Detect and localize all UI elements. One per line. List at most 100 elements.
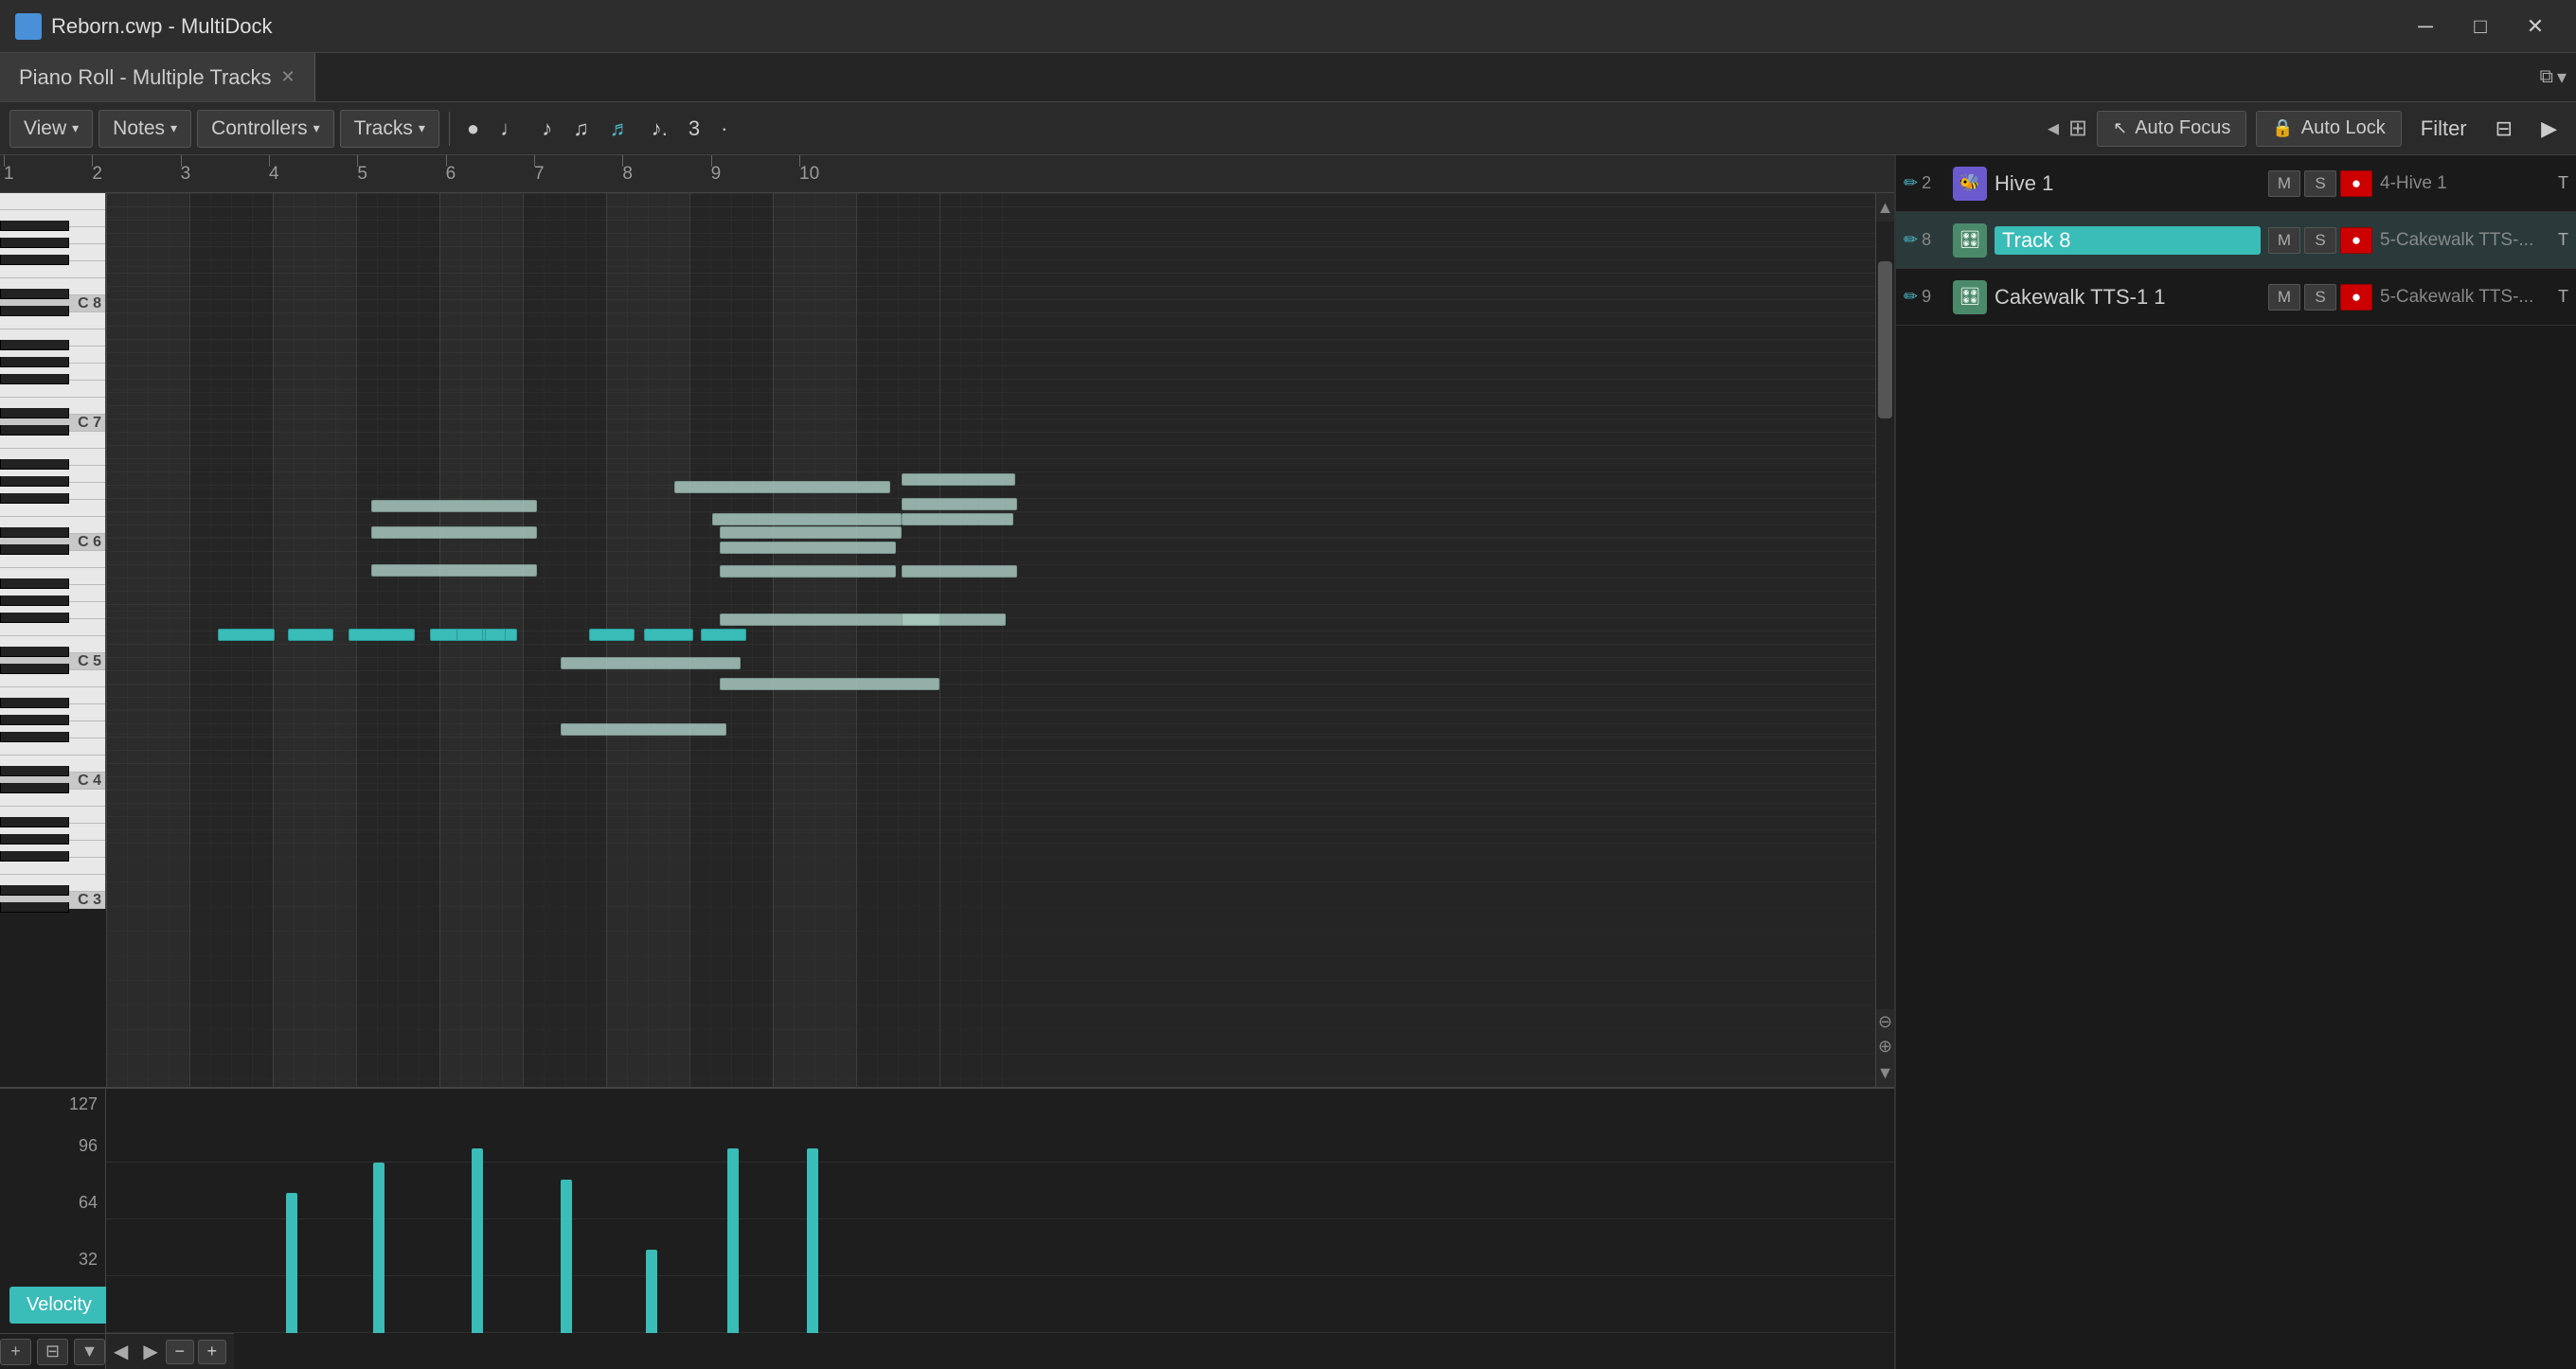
note-ln14[interactable]	[902, 498, 1017, 510]
tab-close-button[interactable]: ✕	[281, 67, 295, 87]
piano-roll-tab[interactable]: Piano Roll - Multiple Tracks ✕	[0, 53, 315, 101]
note-n6[interactable]	[485, 629, 506, 641]
close-button[interactable]: ✕	[2510, 9, 2561, 44]
filter-button[interactable]: Filter	[2411, 113, 2477, 145]
piano-key-A#3[interactable]	[0, 817, 69, 828]
velocity-bar-bar5[interactable]	[646, 1250, 657, 1333]
piano-key-G#5[interactable]	[0, 596, 69, 607]
auto-lock-button[interactable]: 🔒 Auto Lock	[2256, 111, 2401, 147]
piano-key-F#3[interactable]	[0, 851, 69, 862]
note-ln15[interactable]	[902, 513, 1013, 525]
piano-key-D#3[interactable]	[0, 885, 69, 897]
zoom-out-h-button[interactable]: −	[166, 1340, 194, 1364]
note-ln11[interactable]	[720, 678, 939, 690]
note-whole-button[interactable]: ●	[459, 110, 487, 148]
track-row-8[interactable]: ✏ 8 🎛 Track 8 M S ● 5-Cakewalk TTS-... T	[1896, 212, 2576, 269]
piano-key-A#7[interactable]	[0, 340, 69, 351]
note-ln3[interactable]	[371, 564, 537, 577]
velocity-button[interactable]: Velocity	[9, 1287, 109, 1324]
piano-key-F#6[interactable]	[0, 493, 69, 505]
auto-focus-button[interactable]: ↖ Auto Focus	[2097, 111, 2246, 147]
piano-key-A#8[interactable]	[0, 221, 69, 232]
track-mute-8[interactable]: M	[2268, 227, 2300, 254]
note-quarter-button[interactable]: ♪	[534, 110, 560, 148]
piano-key-G#4[interactable]	[0, 715, 69, 726]
scroll-right-button[interactable]: ▶	[143, 1340, 157, 1363]
piano-key-A#4[interactable]	[0, 698, 69, 709]
maximize-button[interactable]: □	[2455, 9, 2506, 44]
note-n3[interactable]	[349, 629, 415, 641]
note-dot-button[interactable]: ·	[713, 110, 735, 148]
add-track-button[interactable]: +	[0, 1339, 31, 1365]
track-t-btn-9[interactable]: T	[2558, 287, 2568, 307]
scroll-track[interactable]	[1876, 222, 1894, 1009]
track-row-2[interactable]: ✏ 2 🐝 Hive 1 M S ● 4-Hive 1 T	[1896, 155, 2576, 212]
note-dotted-button[interactable]: ♪.	[644, 110, 675, 148]
note-ln5[interactable]	[674, 481, 890, 493]
piano-key-C#4[interactable]	[0, 783, 69, 794]
note-grid[interactable]	[106, 193, 1875, 1087]
filter-icon-button[interactable]: ⊟	[2486, 113, 2522, 145]
grid-view-icon[interactable]: ⊞	[2068, 115, 2087, 142]
note-ln8[interactable]	[720, 542, 896, 554]
velocity-bar-bar1[interactable]	[286, 1193, 297, 1333]
minimize-button[interactable]: ─	[2400, 9, 2451, 44]
scroll-left-button[interactable]: ◀	[114, 1340, 128, 1363]
track-t-btn-2[interactable]: T	[2558, 173, 2568, 193]
velocity-bar-bar2[interactable]	[373, 1163, 385, 1333]
scroll-down-button[interactable]: ▼	[1876, 1058, 1894, 1087]
note-n2[interactable]	[288, 629, 333, 641]
note-n5[interactable]	[456, 629, 483, 641]
track-rec-2[interactable]: ●	[2340, 170, 2372, 197]
piano-key-G#3[interactable]	[0, 834, 69, 845]
piano-key-D#6[interactable]	[0, 527, 69, 539]
note-ln2[interactable]	[371, 526, 537, 539]
snapping-button[interactable]: ⊟	[37, 1339, 68, 1365]
note-ln1[interactable]	[371, 500, 537, 512]
piano-key-C#5[interactable]	[0, 664, 69, 675]
view-button[interactable]: View ▾	[9, 110, 93, 148]
track-mute-9[interactable]: M	[2268, 284, 2300, 311]
piano-key-G#8[interactable]	[0, 238, 69, 249]
zoom-in-h-button[interactable]: +	[198, 1340, 226, 1364]
note-half-button[interactable]: ♩	[492, 110, 528, 148]
note-ln16[interactable]	[902, 565, 1017, 578]
tracks-button[interactable]: Tracks ▾	[340, 110, 439, 148]
piano-key-C#7[interactable]	[0, 425, 69, 436]
tab-expand-button[interactable]: ⧉	[2540, 65, 2553, 89]
note-ln4[interactable]	[561, 657, 741, 669]
settings-button[interactable]: ▼	[74, 1339, 105, 1365]
note-n1[interactable]	[218, 629, 275, 641]
tab-dropdown-button[interactable]: ▾	[2557, 65, 2567, 89]
piano-key-G#7[interactable]	[0, 357, 69, 368]
piano-key-F#5[interactable]	[0, 613, 69, 624]
note-sixteenth-button[interactable]: ♬	[602, 110, 638, 148]
piano-key-D#4[interactable]	[0, 766, 69, 777]
track-solo-2[interactable]: S	[2304, 170, 2336, 197]
piano-key-G#6[interactable]	[0, 476, 69, 488]
zoom-out-vertical-button[interactable]: ⊖	[1876, 1009, 1894, 1034]
track-rec-8[interactable]: ●	[2340, 227, 2372, 254]
piano-key-D#8[interactable]	[0, 289, 69, 300]
note-n9[interactable]	[701, 629, 746, 641]
piano-key-F#4[interactable]	[0, 732, 69, 743]
track-solo-9[interactable]: S	[2304, 284, 2336, 311]
piano-key-C#6[interactable]	[0, 544, 69, 556]
scroll-up-button[interactable]: ▲	[1876, 193, 1894, 222]
scroll-thumb[interactable]	[1878, 261, 1892, 418]
track-solo-8[interactable]: S	[2304, 227, 2336, 254]
note-n8[interactable]	[644, 629, 693, 641]
velocity-bar-bar6[interactable]	[727, 1148, 739, 1333]
controllers-button[interactable]: Controllers ▾	[197, 110, 334, 148]
note-ln7[interactable]	[720, 526, 902, 539]
piano-key-C#8[interactable]	[0, 306, 69, 317]
track-rec-9[interactable]: ●	[2340, 284, 2372, 311]
piano-key-D#7[interactable]	[0, 408, 69, 419]
velocity-bar-bar4[interactable]	[561, 1180, 572, 1333]
track-row-9[interactable]: ✏ 9 🎛 Cakewalk TTS-1 1 M S ● 5-Cakewalk …	[1896, 269, 2576, 326]
piano-key-D#5[interactable]	[0, 647, 69, 658]
piano-key-F#8[interactable]	[0, 255, 69, 266]
piano-key-F#7[interactable]	[0, 374, 69, 385]
scroll-left-icon[interactable]: ◂	[2048, 115, 2059, 142]
track-mute-2[interactable]: M	[2268, 170, 2300, 197]
